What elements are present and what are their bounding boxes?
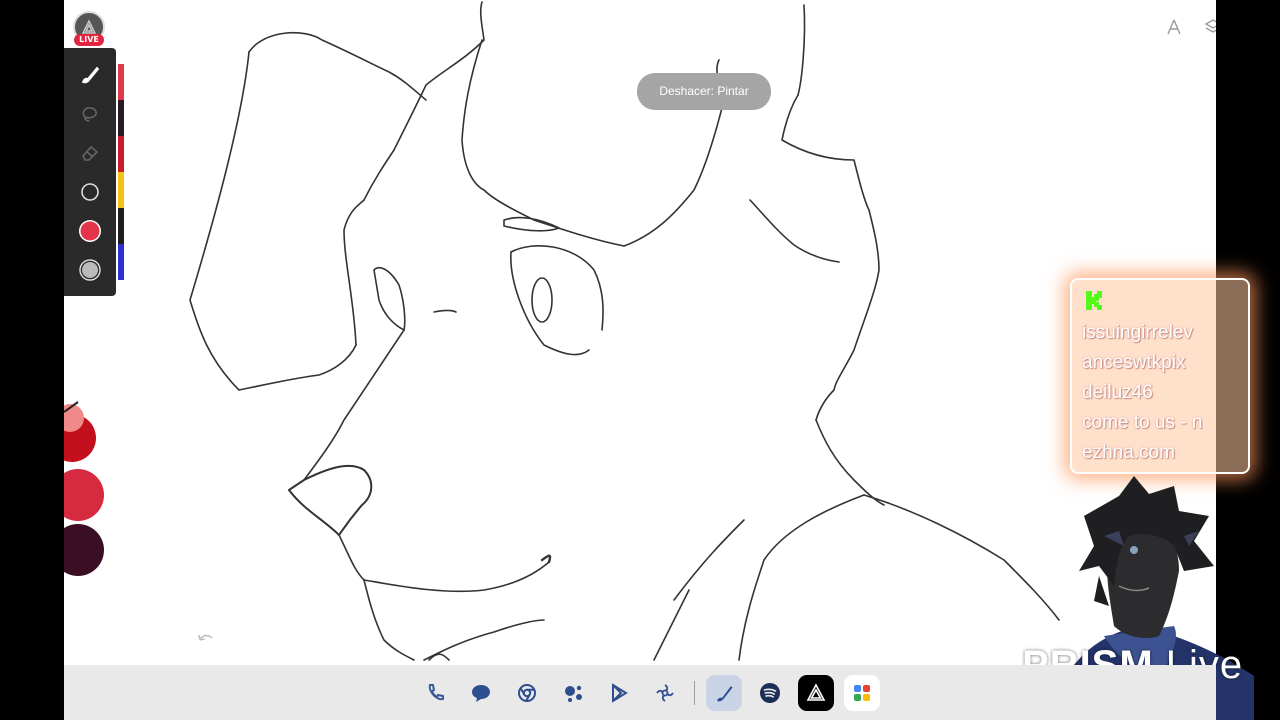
undo-toast: Deshacer: Pintar [637, 73, 771, 110]
chat-line: anceswtkpix [1082, 352, 1186, 373]
chat-line: issuingirrelev [1082, 322, 1193, 343]
eraser-icon[interactable] [77, 140, 103, 166]
prism-app-icon[interactable] [798, 675, 834, 711]
screen: Deshacer: Pintar LIVE issuingirrelev anc… [0, 0, 1280, 720]
settings-icon[interactable] [647, 675, 683, 711]
chrome-icon[interactable] [509, 675, 545, 711]
recent-colors-strip[interactable] [118, 64, 124, 280]
color-segment[interactable] [118, 244, 124, 280]
taskbar [64, 665, 1216, 720]
dock-separator [694, 681, 695, 705]
app-dock [412, 675, 885, 711]
color-segment[interactable] [118, 100, 124, 136]
app-drawer-icon[interactable] [844, 675, 880, 711]
color-segment[interactable] [118, 136, 124, 172]
messages-icon[interactable] [463, 675, 499, 711]
color-segment[interactable] [118, 64, 124, 100]
layers-icon[interactable] [1199, 14, 1216, 40]
chat-line: deiluz46 [1082, 382, 1153, 403]
play-store-icon[interactable] [601, 675, 637, 711]
lasso-icon[interactable] [77, 101, 103, 127]
opacity-icon[interactable] [77, 257, 103, 283]
phone-icon[interactable] [417, 675, 453, 711]
brush-icon[interactable] [77, 62, 103, 88]
canvas-top-actions [1160, 14, 1216, 40]
chat-line: ezhna.com [1082, 442, 1175, 463]
color-swatch[interactable] [77, 218, 103, 244]
ruler-icon[interactable] [1160, 14, 1188, 40]
undo-icon[interactable] [196, 630, 216, 646]
color-puck-palette[interactable] [64, 400, 108, 595]
live-badge: LIVE [74, 34, 104, 46]
assistant-icon[interactable] [555, 675, 591, 711]
spotify-icon[interactable] [752, 675, 788, 711]
chat-overlay: issuingirrelev anceswtkpix deiluz46 come… [1070, 278, 1250, 474]
color-segment[interactable] [118, 172, 124, 208]
color-segment[interactable] [118, 208, 124, 244]
chat-line: come to us - n [1082, 412, 1203, 433]
brush-size-icon[interactable] [77, 179, 103, 205]
kick-icon [1086, 291, 1102, 310]
brush-toolbar [64, 48, 116, 296]
brush-app-icon[interactable] [706, 675, 742, 711]
